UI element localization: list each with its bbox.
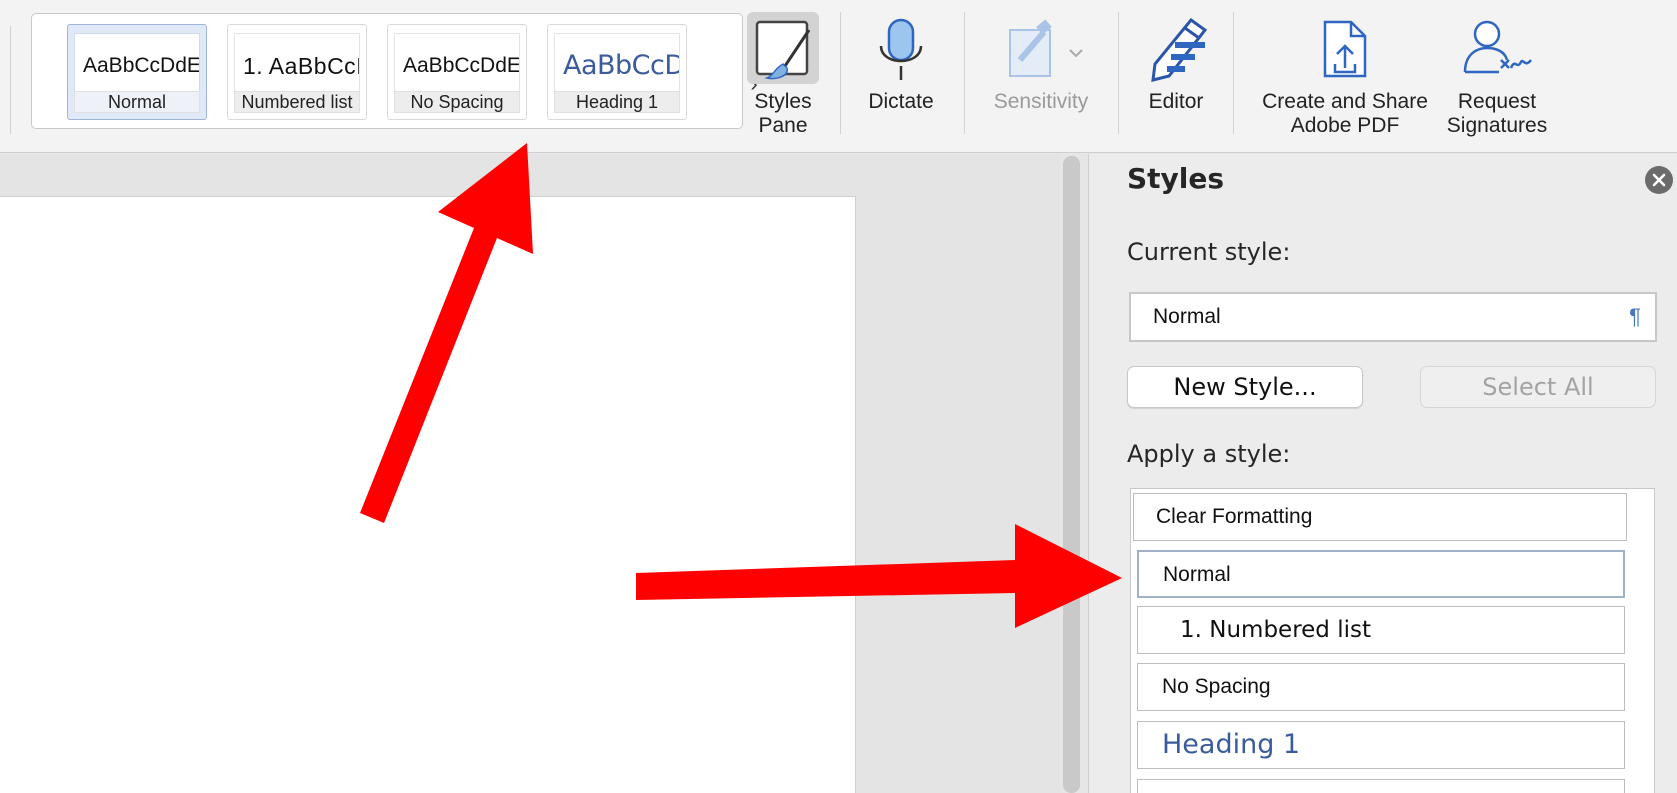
style-item-heading-1[interactable]: Heading 1 xyxy=(1137,721,1625,769)
ribbon-separator xyxy=(1118,12,1119,134)
create-share-label-line1: Create and Share xyxy=(1262,90,1428,113)
gallery-tile-numbered-list[interactable]: 1. AaBbCcI Numbered list xyxy=(227,24,367,120)
document-page[interactable] xyxy=(0,196,856,793)
document-area xyxy=(0,154,1060,793)
create-share-label: Create and Share Adobe PDF xyxy=(1250,90,1440,138)
gallery-tile-preview: 1. AaBbCcI xyxy=(234,33,360,97)
current-style-value: Normal xyxy=(1153,305,1221,328)
style-item-no-spacing[interactable]: No Spacing xyxy=(1137,663,1625,711)
style-item-clear-formatting[interactable]: Clear Formatting xyxy=(1133,493,1627,541)
ribbon: AaBbCcDdEe Normal 1. AaBbCcI Numbered li… xyxy=(0,0,1677,153)
ribbon-separator xyxy=(10,26,11,134)
pilcrow-icon: ¶ xyxy=(1629,304,1641,329)
apply-style-label: Apply a style: xyxy=(1127,440,1291,468)
ribbon-separator xyxy=(964,12,965,134)
gallery-tile-caption: No Spacing xyxy=(394,91,520,113)
gallery-tile-caption: Numbered list xyxy=(234,91,360,113)
style-gallery: AaBbCcDdEe Normal 1. AaBbCcI Numbered li… xyxy=(31,13,758,129)
editor-pen-icon xyxy=(1141,16,1211,87)
microphone-icon xyxy=(871,16,931,87)
styles-pane-label-line2: Pane xyxy=(758,114,808,137)
ribbon-separator xyxy=(840,12,841,134)
gallery-tile-preview: AaBbCcDdEe xyxy=(74,33,200,97)
current-style-label: Current style: xyxy=(1127,238,1291,266)
signature-icon xyxy=(1459,16,1535,87)
sensitivity-button[interactable]: Sensitivity xyxy=(980,12,1102,142)
new-style-button[interactable]: New Style... xyxy=(1127,366,1363,408)
request-signatures-button[interactable]: Request Signatures xyxy=(1440,12,1554,142)
sensitivity-label: Sensitivity xyxy=(993,90,1089,113)
pane-title: Styles xyxy=(1127,162,1225,195)
request-signatures-label: Request Signatures xyxy=(1440,90,1554,138)
gallery-tile-preview: AaBbCcDc xyxy=(554,33,680,97)
style-list: Clear Formatting Normal 1. Numbered list… xyxy=(1130,488,1655,793)
style-item-partial[interactable] xyxy=(1137,779,1625,793)
create-share-adobe-pdf-button[interactable]: Create and Share Adobe PDF xyxy=(1250,12,1440,142)
close-icon[interactable] xyxy=(1645,166,1673,194)
create-share-label-line2: Adobe PDF xyxy=(1290,114,1400,137)
styles-pane-icon xyxy=(747,12,819,84)
styles-pane: Styles Current style: Normal ¶ New Style… xyxy=(1088,154,1677,793)
gallery-tile-preview: AaBbCcDdEe xyxy=(394,33,520,97)
dictate-label: Dictate xyxy=(868,90,934,113)
vertical-scrollbar[interactable] xyxy=(1063,156,1080,793)
select-all-button[interactable]: Select All xyxy=(1420,366,1656,408)
current-style-field[interactable]: Normal ¶ xyxy=(1129,292,1657,342)
editor-label: Editor xyxy=(1148,90,1204,113)
gallery-tile-caption: Heading 1 xyxy=(554,91,680,113)
sensitivity-icon xyxy=(986,16,1096,87)
editor-button[interactable]: Editor xyxy=(1134,12,1218,142)
style-item-numbered-list[interactable]: 1. Numbered list xyxy=(1137,606,1625,654)
request-signatures-label-line1: Request xyxy=(1457,90,1537,113)
request-signatures-label-line2: Signatures xyxy=(1446,114,1548,137)
styles-pane-label: Styles Pane xyxy=(744,90,822,138)
gallery-tile-caption: Normal xyxy=(74,91,200,113)
styles-pane-label-line1: Styles xyxy=(754,90,812,113)
ribbon-separator xyxy=(1233,12,1234,134)
gallery-tile-normal[interactable]: AaBbCcDdEe Normal xyxy=(67,24,207,120)
gallery-tile-heading-1[interactable]: AaBbCcDc Heading 1 xyxy=(547,24,687,120)
styles-pane-button[interactable]: Styles Pane xyxy=(744,12,822,142)
share-pdf-icon xyxy=(1315,16,1375,87)
style-item-normal[interactable]: Normal xyxy=(1137,550,1625,598)
gallery-tile-no-spacing[interactable]: AaBbCcDdEe No Spacing xyxy=(387,24,527,120)
dictate-button[interactable]: Dictate xyxy=(856,12,946,142)
